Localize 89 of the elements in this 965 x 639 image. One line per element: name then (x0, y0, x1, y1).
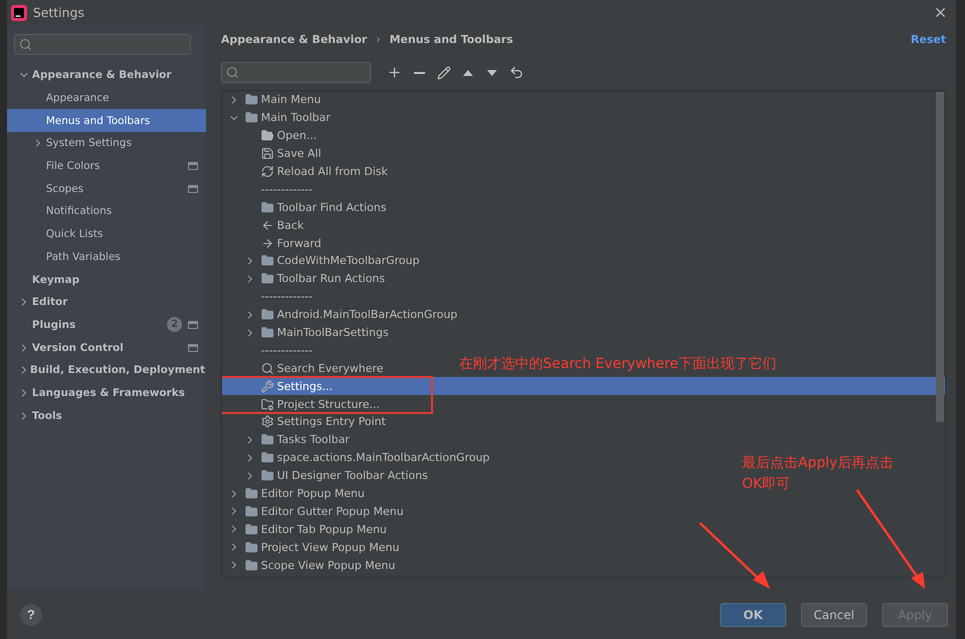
separator-item[interactable]: ------------- (222, 288, 317, 306)
reload-icon (261, 165, 274, 178)
sidebar-item[interactable]: Build, Execution, Deployment (7, 358, 206, 382)
tree-item[interactable]: Open... (222, 126, 321, 145)
tree-item[interactable]: UI Designer Toolbar Actions (222, 466, 432, 485)
tree-item[interactable]: Editor Popup Menu (222, 484, 369, 502)
folder-icon (261, 398, 274, 411)
sidebar-item[interactable]: Editor (7, 290, 206, 314)
tree-item[interactable]: Editor Gutter Popup Menu (222, 502, 408, 520)
folder-icon (261, 200, 274, 214)
tree-item[interactable]: MainToolBarSettings (222, 324, 393, 342)
tree-item[interactable]: Main Toolbar (222, 108, 334, 127)
annotation-note: 最后点击Apply后再点击OK即可 (742, 454, 895, 494)
tree-item[interactable]: Project View Popup Menu (222, 538, 404, 556)
search-icon (226, 66, 239, 79)
dialog-button[interactable]: Cancel (801, 602, 867, 626)
tree-item[interactable]: CodeWithMeToolbarGroup (222, 252, 424, 270)
folder-icon (261, 433, 274, 446)
edit-button[interactable] (435, 64, 453, 82)
tree-item[interactable]: Back (222, 216, 308, 234)
sidebar-item[interactable]: File Colors (7, 154, 206, 178)
folder-icon (261, 451, 274, 464)
sidebar-item[interactable]: Appearance (7, 86, 206, 110)
sidebar-item[interactable]: Quick Lists (7, 222, 206, 246)
separator-item[interactable]: ------------- (222, 341, 317, 360)
tree-item[interactable]: Tasks Toolbar (222, 430, 354, 449)
save-icon (261, 147, 274, 160)
sidebar-item[interactable]: Menus and Toolbars (7, 109, 206, 132)
app-logo-icon (11, 4, 27, 20)
minus-icon (414, 72, 425, 74)
dialog-button[interactable]: OK (720, 602, 786, 626)
tree-item[interactable]: Reload All from Disk (222, 162, 392, 180)
folder-icon (261, 469, 274, 482)
tree-item[interactable]: Search Everywhere (222, 359, 388, 378)
breadcrumb-item: Appearance & Behavior (221, 32, 368, 46)
breadcrumb-item: Menus and Toolbars (389, 32, 514, 46)
search-icon (261, 362, 274, 375)
tree-item[interactable]: space.actions.MainToolbarActionGroup (222, 448, 494, 467)
sidebar-item[interactable]: Appearance & Behavior (7, 64, 206, 87)
folder-icon (261, 129, 274, 142)
plus-icon (387, 65, 402, 80)
folder-icon (261, 272, 274, 286)
folder-icon (245, 540, 258, 554)
sidebar-item[interactable]: System Settings (7, 132, 206, 155)
gear-icon (261, 415, 274, 428)
arrow-left-icon (261, 218, 274, 232)
help-button[interactable]: ? (20, 604, 42, 626)
reset-link[interactable]: Reset (910, 32, 946, 46)
folder-icon (245, 487, 258, 500)
search-icon (19, 38, 32, 51)
tree-item[interactable]: Project Structure... (222, 395, 384, 414)
window-title: Settings (33, 5, 86, 20)
close-icon[interactable] (933, 5, 948, 20)
tree-item[interactable]: Android.MainToolBarActionGroup (222, 306, 462, 324)
sidebar-item[interactable]: Keymap (7, 268, 206, 291)
folder-icon (245, 504, 258, 518)
wrench-icon (261, 380, 274, 393)
tree-item[interactable]: Scope View Popup Menu (222, 556, 400, 574)
tree-item[interactable]: Toolbar Find Actions (222, 198, 390, 216)
arrow-right-icon (261, 236, 274, 250)
tree-item[interactable]: Forward (222, 234, 326, 252)
annotation-note: 在刚才选中的Search Everywhere下面出现了它们 (459, 355, 776, 374)
tree-item[interactable]: Main Menu (222, 91, 325, 109)
folder-icon (261, 326, 274, 340)
folder-icon (245, 93, 258, 106)
tree-item[interactable]: Toolbar Run Actions (222, 270, 389, 288)
sidebar-item[interactable]: Path Variables (7, 246, 206, 268)
sidebar-item[interactable]: Notifications (7, 200, 206, 223)
tree-item[interactable]: Settings... (222, 377, 945, 396)
folder-icon (245, 111, 258, 124)
scrollbar[interactable] (936, 92, 944, 422)
undo-icon (509, 65, 524, 80)
tree-item[interactable]: Editor Tab Popup Menu (222, 520, 391, 538)
folder-icon (245, 558, 258, 572)
folder-icon (261, 308, 274, 322)
tree-item[interactable]: Save All (222, 144, 326, 163)
annotation-arrow (699, 522, 770, 589)
tree-item[interactable]: Settings Entry Point (222, 413, 390, 431)
folder-icon (261, 254, 274, 268)
pencil-icon (437, 66, 451, 80)
search-field[interactable] (221, 62, 371, 83)
folder-icon (245, 522, 258, 536)
separator-item[interactable]: ------------- (222, 180, 317, 198)
search-field[interactable] (14, 34, 191, 55)
sidebar-item[interactable]: Languages & Frameworks (7, 382, 206, 404)
sidebar-item[interactable]: Version Control (7, 336, 206, 359)
breadcrumb-separator: › (376, 32, 380, 46)
sidebar-item[interactable]: Tools (7, 404, 206, 427)
sidebar-item[interactable]: Scopes (7, 177, 206, 200)
